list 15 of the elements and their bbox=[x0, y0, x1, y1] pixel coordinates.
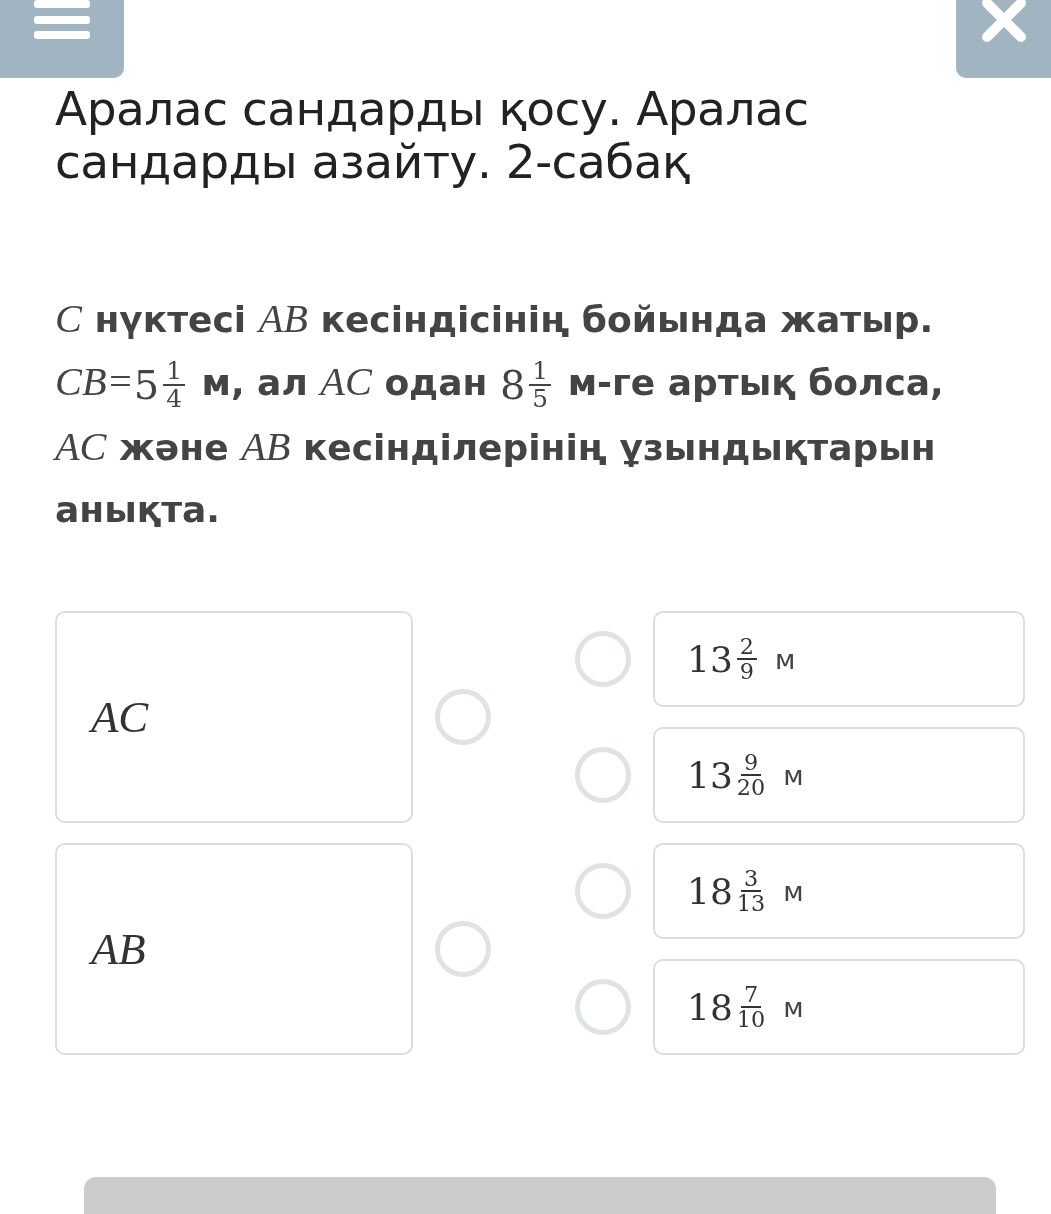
radio-button[interactable] bbox=[575, 979, 631, 1035]
menu-icon bbox=[33, 0, 91, 40]
unit-label: м bbox=[783, 875, 804, 907]
close-button[interactable] bbox=[956, 0, 1051, 78]
radio-button[interactable] bbox=[575, 863, 631, 919]
unit-label: м bbox=[775, 643, 796, 675]
unit-label: м bbox=[783, 759, 804, 791]
radio-button[interactable] bbox=[575, 631, 631, 687]
close-icon bbox=[981, 0, 1026, 42]
radio-button[interactable] bbox=[575, 747, 631, 803]
radio-button[interactable] bbox=[435, 921, 491, 977]
lesson-title: Аралас сандарды қосу. Аралас сандарды азайту. 2-сабақ bbox=[55, 82, 810, 188]
menu-button[interactable] bbox=[0, 0, 124, 78]
unit-label: м bbox=[783, 991, 804, 1023]
radio-button[interactable] bbox=[435, 689, 491, 745]
